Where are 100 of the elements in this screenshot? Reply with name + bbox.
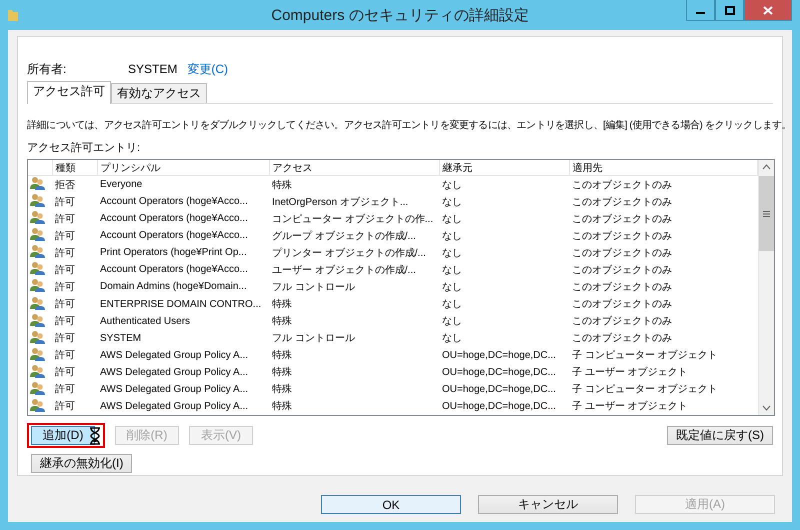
table-cell-text: なし — [441, 212, 463, 227]
table-cell-text: Print Operators (hoge¥Print Op... — [99, 246, 248, 260]
table-cell-text: 特殊 — [271, 400, 293, 414]
owner-label: 所有者: — [27, 60, 68, 78]
table-cell-text: Account Operators (hoge¥Acco... — [99, 229, 249, 244]
table-cell-text: 特殊 — [271, 348, 293, 364]
users-icon — [30, 380, 46, 395]
table-cell-text: このオブジェクトのみ — [571, 332, 673, 346]
table-cell-text: なし — [441, 332, 463, 346]
table-cell-text: コンピューター オブジェクトの作... — [271, 212, 434, 227]
table-cell-text: ユーザー オブジェクトの作成/... — [271, 264, 417, 278]
tab[interactable]: 有効なアクセス — [111, 83, 207, 103]
tab[interactable]: アクセス許可 — [27, 81, 111, 104]
table-cell-text: なし — [441, 280, 463, 295]
table-cell-text: なし — [441, 298, 463, 312]
table-cell-text: このオブジェクトのみ — [571, 298, 673, 312]
table-cell-text: OU=hoge,DC=hoge,DC... — [441, 366, 557, 380]
table-cell-text: なし — [441, 196, 463, 210]
maximize-button[interactable] — [715, 0, 744, 21]
table-cell-text: このオブジェクトのみ — [571, 230, 673, 244]
dialog-button[interactable]: OK — [321, 495, 461, 514]
table-cell: 拒否 — [52, 176, 97, 194]
table-cell-text: 特殊 — [271, 366, 293, 380]
disable-inheritance-button[interactable]: 継承の無効化(I) — [31, 454, 132, 473]
close-button[interactable] — [744, 0, 792, 21]
users-icon — [30, 330, 46, 344]
table-cell: なし — [439, 176, 569, 194]
users-icon — [30, 227, 46, 242]
table-cell-text: このオブジェクトのみ — [571, 314, 673, 330]
table-cell-text: なし — [441, 315, 463, 330]
table-cell-text: 許可 — [54, 264, 76, 278]
table-cell-text: フル コントロール — [271, 332, 356, 346]
table-cell-text: 許可 — [54, 400, 76, 414]
table-cell-text: AWS Delegated Group Policy A... — [99, 366, 250, 380]
dialog-button[interactable]: キャンセル — [478, 495, 618, 514]
minimize-button[interactable] — [686, 0, 715, 21]
table-cell-text: OU=hoge,DC=hoge,DC... — [441, 400, 557, 414]
table-cell-text: このオブジェクトのみ — [571, 246, 673, 261]
table-cell-text: 許可 — [54, 280, 76, 295]
table-cell-text: 許可 — [54, 196, 76, 210]
entries-label: アクセス許可エントリ: — [27, 141, 142, 155]
users-icon — [30, 312, 46, 327]
users-icon — [30, 261, 46, 276]
table-cell-text: AWS Delegated Group Policy A... — [99, 382, 250, 397]
table-cell-text: このオブジェクトのみ — [571, 264, 673, 278]
users-icon — [30, 296, 46, 310]
change-owner-link[interactable]: 変更(C) — [187, 60, 228, 78]
table-cell-text: このオブジェクトのみ — [571, 212, 673, 227]
table-cell-text: 子 コンピューター オブジェクト — [571, 382, 719, 398]
table-cell-text: 許可 — [54, 366, 76, 380]
table-cell-text: Account Operators (hoge¥Acco... — [99, 195, 249, 210]
table-cell: 特殊 — [269, 176, 439, 194]
restore-defaults-button[interactable]: 既定値に戻す(S) — [667, 426, 773, 445]
table-cell-text: 許可 — [54, 230, 76, 244]
table-cell-text: Account Operators (hoge¥Acco... — [99, 212, 249, 226]
window-title: Computers のセキュリティの詳細設定 — [271, 6, 529, 24]
table-cell-text: AWS Delegated Group Policy A... — [99, 400, 250, 414]
users-icon — [30, 244, 46, 258]
table-cell-text: なし — [441, 230, 463, 244]
table-cell-text: 特殊 — [271, 314, 293, 330]
table-cell-text: なし — [441, 264, 463, 278]
column-header[interactable]: 適用先 — [569, 160, 757, 176]
table-cell-text: 許可 — [54, 212, 76, 227]
column-header[interactable]: 継承元 — [439, 160, 569, 176]
scrollbar-thumb[interactable] — [758, 176, 774, 251]
column-header[interactable]: アクセス — [269, 160, 439, 176]
table-cell-text: AWS Delegated Group Policy A... — [99, 348, 250, 363]
maximize-icon — [724, 6, 734, 14]
folder-icon — [8, 8, 18, 21]
table-cell-text: フル コントロール — [271, 280, 356, 295]
table-cell-text: OU=hoge,DC=hoge,DC... — [441, 348, 557, 363]
users-icon — [30, 364, 46, 378]
table-cell: このオブジェクトのみ — [569, 176, 757, 194]
users-icon — [30, 398, 46, 412]
table-cell-text: ENTERPRISE DOMAIN CONTRO... — [99, 298, 262, 312]
users-icon — [30, 176, 46, 190]
entry-button[interactable]: 追加(D) — [31, 426, 95, 445]
table-cell-text: Account Operators (hoge¥Acco... — [99, 263, 249, 278]
table-cell-text: なし — [441, 246, 463, 261]
close-icon — [763, 6, 773, 14]
table-cell-text: 子 ユーザー オブジェクト — [571, 400, 689, 414]
column-header[interactable]: プリンシパル — [97, 160, 269, 176]
table-cell-text: OU=hoge,DC=hoge,DC... — [441, 382, 557, 397]
users-icon — [30, 210, 46, 224]
table-cell-text: InetOrgPerson オブジェクト... — [271, 196, 410, 210]
users-icon — [30, 346, 46, 361]
table-cell-text: 特殊 — [271, 298, 293, 312]
table-cell: Everyone — [97, 176, 269, 194]
description-text: 詳細については、アクセス許可エントリをダブルクリックしてください。アクセス許可エントリを変更するには、エントリを選択し、[編集] (使用できる場合) をクリックします。 — [27, 118, 792, 132]
column-header[interactable]: 種類 — [52, 160, 97, 176]
table-cell-text: プリンター オブジェクトの作成/... — [271, 246, 427, 261]
table-cell-text: グループ オブジェクトの作成/... — [271, 230, 417, 244]
table-cell-text: このオブジェクトのみ — [571, 196, 673, 210]
users-icon — [30, 193, 46, 208]
table-cell-text: 許可 — [54, 332, 76, 346]
table-cell-text: 許可 — [54, 382, 76, 398]
table-cell-text: このオブジェクトのみ — [571, 280, 673, 295]
table-cell-text: 許可 — [54, 348, 76, 364]
table-cell-text: 許可 — [54, 246, 76, 261]
table-cell-text: Domain Admins (hoge¥Domain... — [99, 280, 248, 294]
